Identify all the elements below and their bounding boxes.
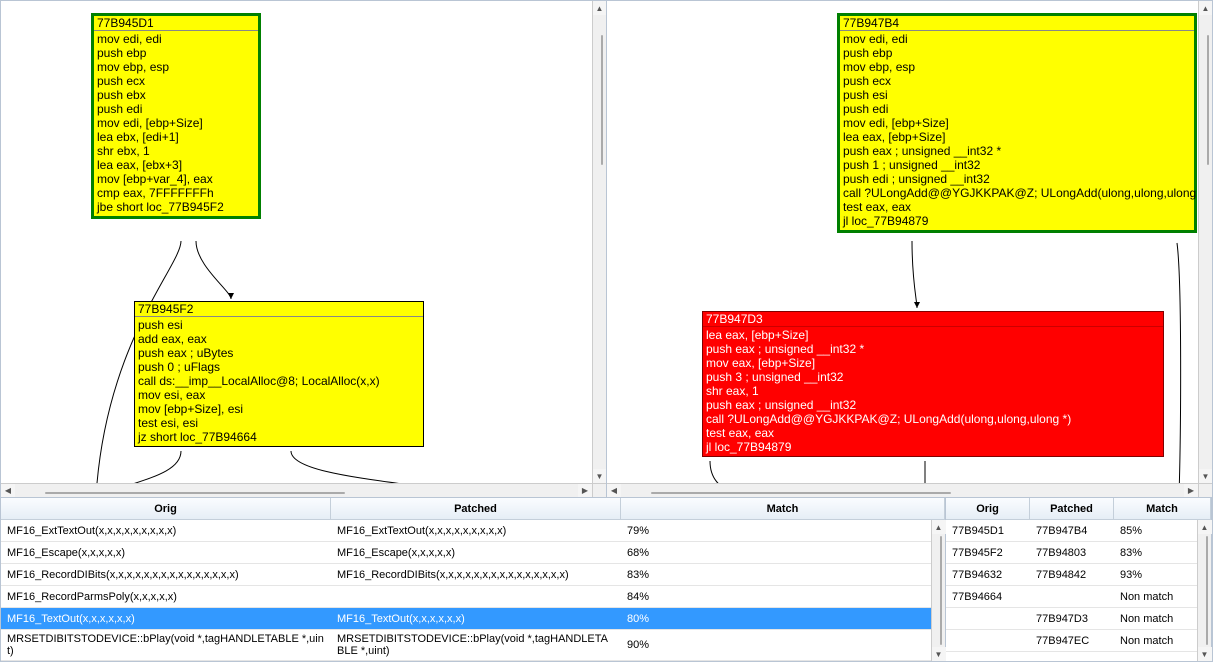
scroll-corner — [592, 483, 606, 497]
scroll-thumb[interactable] — [940, 536, 942, 645]
cell-orig — [946, 616, 1030, 622]
bb-address: 77B947D3 — [703, 312, 1163, 327]
scroll-thumb[interactable] — [1207, 35, 1209, 165]
scroll-up-icon[interactable]: ▲ — [593, 1, 607, 15]
function-match-table[interactable]: Orig Patched Match MF16_ExtTextOut(x,x,x… — [1, 498, 946, 661]
table-header-row: Orig Patched Match — [946, 498, 1211, 520]
bb-code: lea eax, [ebp+Size] push eax ; unsigned … — [703, 327, 1163, 456]
cell-match: 79% — [621, 522, 945, 540]
cell-orig: 77B945F2 — [946, 544, 1030, 562]
cell-patched: 77B947B4 — [1030, 522, 1114, 540]
horizontal-scrollbar[interactable]: ◀ ▶ — [1, 483, 592, 497]
cell-orig: MF16_Escape(x,x,x,x,x) — [1, 544, 331, 562]
orig-graph-canvas[interactable]: 77B945D1 mov edi, edi push ebp mov ebp, … — [1, 1, 592, 483]
cell-patched: MF16_ExtTextOut(x,x,x,x,x,x,x,x,x) — [331, 522, 621, 540]
cell-orig: 77B94632 — [946, 566, 1030, 584]
bb-address: 77B945D1 — [94, 16, 258, 31]
table-row[interactable]: MF16_TextOut(x,x,x,x,x,x)MF16_TextOut(x,… — [1, 608, 945, 630]
cell-patched: MF16_RecordDIBits(x,x,x,x,x,x,x,x,x,x,x,… — [331, 566, 621, 584]
cell-patched: 77B947EC — [1030, 632, 1114, 650]
bb-address: 77B947B4 — [840, 16, 1194, 31]
table-row[interactable]: MF16_ExtTextOut(x,x,x,x,x,x,x,x,x)MF16_E… — [1, 520, 945, 542]
table-row[interactable]: 77B947D3Non match — [946, 608, 1211, 630]
table-row[interactable]: 77B945D177B947B485% — [946, 520, 1211, 542]
block-match-table[interactable]: Orig Patched Match 77B945D177B947B485%77… — [946, 498, 1212, 661]
table-row[interactable]: 77B9463277B9484293% — [946, 564, 1211, 586]
table-row[interactable]: MF16_RecordParmsPoly(x,x,x,x,x) 84% — [1, 586, 945, 608]
cell-orig: MRSETDIBITSTODEVICE::bPlay(void *,tagHAN… — [1, 630, 331, 660]
vertical-scrollbar[interactable]: ▲ ▼ — [931, 520, 945, 661]
bb-77B945D1[interactable]: 77B945D1 mov edi, edi push ebp mov ebp, … — [91, 13, 261, 219]
orig-graph-pane[interactable]: 77B945D1 mov edi, edi push ebp mov ebp, … — [1, 1, 607, 497]
vertical-scrollbar[interactable]: ▲ ▼ — [592, 1, 606, 483]
vertical-scrollbar[interactable]: ▲ ▼ — [1198, 1, 1212, 483]
bb-address: 77B945F2 — [135, 302, 423, 317]
col-match[interactable]: Match — [621, 498, 945, 519]
cell-orig: 77B945D1 — [946, 522, 1030, 540]
scroll-left-icon[interactable]: ◀ — [1, 484, 15, 498]
bb-77B947D3[interactable]: 77B947D3 lea eax, [ebp+Size] push eax ; … — [702, 311, 1164, 457]
cell-match: 84% — [621, 588, 945, 606]
scroll-up-icon[interactable]: ▲ — [1198, 520, 1212, 534]
table-row[interactable]: MF16_Escape(x,x,x,x,x)MF16_Escape(x,x,x,… — [1, 542, 945, 564]
scroll-thumb[interactable] — [1206, 536, 1208, 645]
bb-code: mov edi, edi push ebp mov ebp, esp push … — [94, 31, 258, 216]
table-row[interactable]: 77B947ECNon match — [946, 630, 1211, 652]
cell-orig: MF16_RecordParmsPoly(x,x,x,x,x) — [1, 588, 331, 606]
scroll-corner — [1198, 483, 1212, 497]
scroll-down-icon[interactable]: ▼ — [1199, 469, 1213, 483]
cell-match: 90% — [621, 636, 945, 654]
table-row[interactable]: 77B94664Non match — [946, 586, 1211, 608]
cell-patched: MF16_Escape(x,x,x,x,x) — [331, 544, 621, 562]
table-row[interactable]: MRSETDIBITSTODEVICE::bPlay(void *,tagHAN… — [1, 630, 945, 661]
table-body[interactable]: MF16_ExtTextOut(x,x,x,x,x,x,x,x,x)MF16_E… — [1, 520, 945, 661]
cell-orig: 77B94664 — [946, 588, 1030, 606]
bb-77B947B4[interactable]: 77B947B4 mov edi, edi push ebp mov ebp, … — [837, 13, 1197, 233]
scroll-up-icon[interactable]: ▲ — [1199, 1, 1213, 15]
scroll-right-icon[interactable]: ▶ — [578, 484, 592, 498]
col-orig[interactable]: Orig — [946, 498, 1030, 519]
col-patched[interactable]: Patched — [331, 498, 621, 519]
cell-match: 80% — [621, 610, 945, 628]
cell-match: 68% — [621, 544, 945, 562]
cell-patched — [1030, 594, 1114, 600]
cell-orig: MF16_RecordDIBits(x,x,x,x,x,x,x,x,x,x,x,… — [1, 566, 331, 584]
cell-orig: MF16_TextOut(x,x,x,x,x,x) — [1, 610, 331, 628]
col-match[interactable]: Match — [1114, 498, 1211, 519]
cell-patched: 77B94803 — [1030, 544, 1114, 562]
scroll-thumb[interactable] — [601, 35, 603, 165]
table-body[interactable]: 77B945D177B947B485%77B945F277B9480383%77… — [946, 520, 1211, 661]
scroll-thumb[interactable] — [45, 492, 345, 494]
cell-patched: MF16_TextOut(x,x,x,x,x,x) — [331, 610, 621, 628]
table-row[interactable]: 77B945F277B9480383% — [946, 542, 1211, 564]
scroll-down-icon[interactable]: ▼ — [593, 469, 607, 483]
bb-code: push esi add eax, eax push eax ; uBytes … — [135, 317, 423, 446]
cell-orig: MF16_ExtTextOut(x,x,x,x,x,x,x,x,x) — [1, 522, 331, 540]
scroll-left-icon[interactable]: ◀ — [607, 484, 621, 498]
bb-77B945F2[interactable]: 77B945F2 push esi add eax, eax push eax … — [134, 301, 424, 447]
col-orig[interactable]: Orig — [1, 498, 331, 519]
cell-patched: 77B94842 — [1030, 566, 1114, 584]
scroll-down-icon[interactable]: ▼ — [932, 647, 946, 661]
patched-graph-canvas[interactable]: 77B947B4 mov edi, edi push ebp mov ebp, … — [607, 1, 1198, 483]
bb-code: mov edi, edi push ebp mov ebp, esp push … — [840, 31, 1194, 230]
cell-orig — [946, 638, 1030, 644]
scroll-thumb[interactable] — [651, 492, 951, 494]
scroll-up-icon[interactable]: ▲ — [932, 520, 946, 534]
table-header-row: Orig Patched Match — [1, 498, 945, 520]
cell-patched — [331, 594, 621, 600]
col-patched[interactable]: Patched — [1030, 498, 1114, 519]
patched-graph-pane[interactable]: 77B947B4 mov edi, edi push ebp mov ebp, … — [607, 1, 1212, 497]
horizontal-scrollbar[interactable]: ◀ ▶ — [607, 483, 1198, 497]
scroll-down-icon[interactable]: ▼ — [1198, 647, 1212, 661]
table-row[interactable]: MF16_RecordDIBits(x,x,x,x,x,x,x,x,x,x,x,… — [1, 564, 945, 586]
cell-patched: 77B947D3 — [1030, 610, 1114, 628]
scroll-right-icon[interactable]: ▶ — [1184, 484, 1198, 498]
vertical-scrollbar[interactable]: ▲ ▼ — [1197, 520, 1211, 661]
cell-match: 83% — [621, 566, 945, 584]
cell-patched: MRSETDIBITSTODEVICE::bPlay(void *,tagHAN… — [331, 630, 621, 660]
